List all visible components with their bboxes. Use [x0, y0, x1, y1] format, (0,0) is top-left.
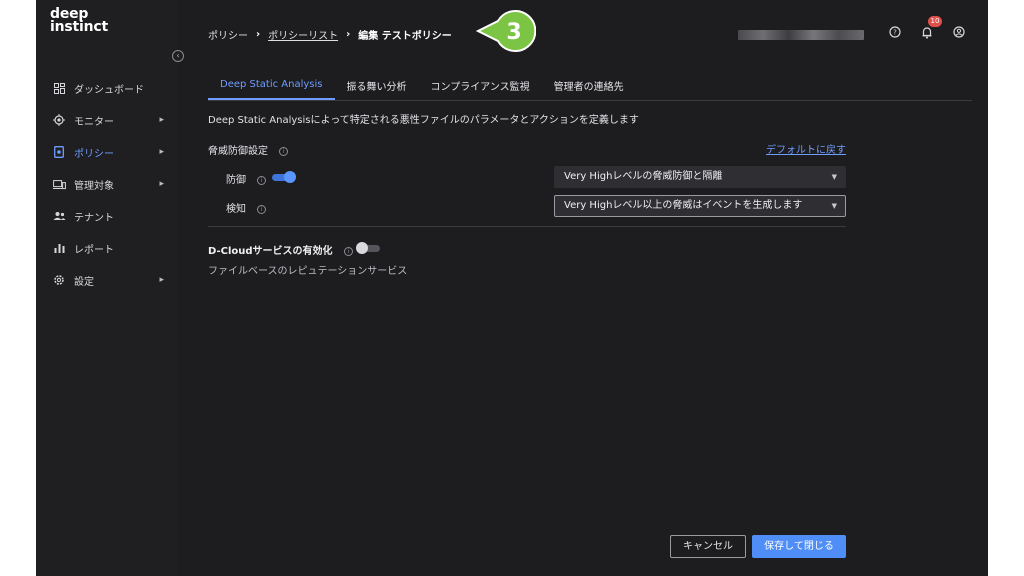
gear-icon [52, 273, 66, 287]
app-window: deep instinct ダッシュボード モニター ▸ ポリシー ▸ 管理対象… [36, 0, 988, 576]
detection-label: 検知 [226, 204, 246, 215]
svg-text:?: ? [893, 29, 897, 37]
collapse-sidebar-icon[interactable]: ‹ [172, 50, 184, 62]
chevron-right-icon: › [256, 29, 261, 40]
prevention-level-value: Very Highレベルの脅威防御と隔離 [564, 171, 723, 182]
policy-tabs: Deep Static Analysis 振る舞い分析 コンプライアンス監視 管… [208, 70, 636, 100]
chevron-right-icon: ▸ [159, 147, 164, 157]
tab-deep-static-analysis[interactable]: Deep Static Analysis [208, 70, 335, 100]
prevention-level-select[interactable]: Very Highレベルの脅威防御と隔離 ▼ [554, 166, 846, 188]
prevention-label: 防御 [226, 175, 246, 186]
sidebar-item-label: ポリシー [74, 148, 114, 160]
info-icon[interactable]: i [279, 146, 289, 156]
account-name-redacted [738, 30, 864, 40]
sidebar-item-tenant[interactable]: テナント [36, 200, 178, 232]
tab-admin-contacts[interactable]: 管理者の連絡先 [542, 70, 636, 100]
notification-count-badge: 10 [928, 16, 942, 27]
breadcrumb: ポリシー › ポリシーリスト › 編集 テストポリシー [208, 27, 452, 42]
cancel-button[interactable]: キャンセル [670, 535, 746, 558]
prevention-toggle[interactable] [270, 171, 296, 183]
threat-settings-title: 脅威防御設定 i [208, 142, 289, 157]
toggle-knob [284, 171, 296, 183]
section-divider [208, 226, 846, 227]
breadcrumb-policy[interactable]: ポリシー [208, 27, 248, 42]
prevention-row: 防御 i [226, 171, 267, 186]
tab-compliance-monitoring[interactable]: コンプライアンス監視 [419, 70, 542, 100]
dcloud-label: D-Cloudサービスの有効化 [208, 246, 333, 257]
breadcrumb-policy-list[interactable]: ポリシーリスト [268, 27, 338, 42]
sidebar-item-dashboard[interactable]: ダッシュボード [36, 72, 178, 104]
chevron-right-icon: › [346, 29, 351, 40]
chevron-right-icon: ▸ [159, 275, 164, 285]
sidebar-item-monitor[interactable]: モニター ▸ [36, 104, 178, 136]
chevron-down-icon: ▼ [831, 202, 837, 210]
detection-level-select[interactable]: Very Highレベル以上の脅威はイベントを生成します ▼ [554, 195, 846, 217]
tabs-divider [208, 100, 972, 101]
section-description: Deep Static Analysisによって特定される悪性ファイルのパラメー… [208, 115, 639, 126]
sidebar-item-report[interactable]: レポート [36, 232, 178, 264]
dcloud-row: D-Cloudサービスの有効化 i [208, 242, 354, 257]
dcloud-description: ファイルベースのレピュテーションサービス [208, 266, 408, 277]
bell-icon[interactable] [919, 26, 935, 42]
user-account-icon[interactable] [951, 26, 967, 42]
monitor-icon [52, 113, 66, 127]
sidebar-item-label: モニター [74, 116, 114, 128]
dcloud-toggle[interactable] [356, 242, 382, 254]
step-marker: 3 [476, 10, 536, 52]
chevron-right-icon: ▸ [159, 115, 164, 125]
step-marker-number: 3 [506, 20, 521, 45]
dashboard-icon [52, 81, 66, 95]
detection-level-value: Very Highレベル以上の脅威はイベントを生成します [564, 200, 803, 211]
sidebar-item-settings[interactable]: 設定 ▸ [36, 264, 178, 296]
info-icon[interactable]: i [344, 246, 354, 256]
sidebar-item-label: レポート [74, 244, 114, 256]
chevron-right-icon: ▸ [159, 179, 164, 189]
sidebar-nav: ダッシュボード モニター ▸ ポリシー ▸ 管理対象 ▸ テナント レポート 設… [36, 72, 178, 296]
sidebar-item-devices[interactable]: 管理対象 ▸ [36, 168, 178, 200]
sidebar-item-label: テナント [74, 212, 114, 224]
chevron-down-icon: ▼ [831, 173, 837, 181]
info-icon[interactable]: i [257, 204, 267, 214]
tenant-icon [52, 209, 66, 223]
logo: deep instinct [50, 7, 108, 35]
breadcrumb-current: 編集 テストポリシー [358, 31, 452, 42]
tab-behavior-analysis[interactable]: 振る舞い分析 [335, 70, 419, 100]
help-icon[interactable]: ? [887, 26, 903, 42]
save-and-close-button[interactable]: 保存して閉じる [752, 535, 846, 558]
threat-settings-label: 脅威防御設定 [208, 146, 268, 157]
info-icon[interactable]: i [257, 175, 267, 185]
sidebar-item-label: 管理対象 [74, 180, 114, 192]
detection-row: 検知 i [226, 200, 267, 215]
sidebar-item-policy[interactable]: ポリシー ▸ [36, 136, 178, 168]
sidebar: deep instinct ダッシュボード モニター ▸ ポリシー ▸ 管理対象… [36, 0, 178, 576]
reset-to-default-link[interactable]: デフォルトに戻す [766, 141, 846, 156]
report-icon [52, 241, 66, 255]
sidebar-item-label: ダッシュボード [74, 84, 144, 96]
main-content: ポリシー › ポリシーリスト › 編集 テストポリシー 3 ? 10 Deep … [178, 0, 988, 576]
policy-icon [52, 145, 66, 159]
logo-line2: instinct [50, 19, 108, 35]
toggle-knob [356, 242, 368, 254]
sidebar-item-label: 設定 [74, 276, 94, 288]
devices-icon [52, 177, 66, 191]
